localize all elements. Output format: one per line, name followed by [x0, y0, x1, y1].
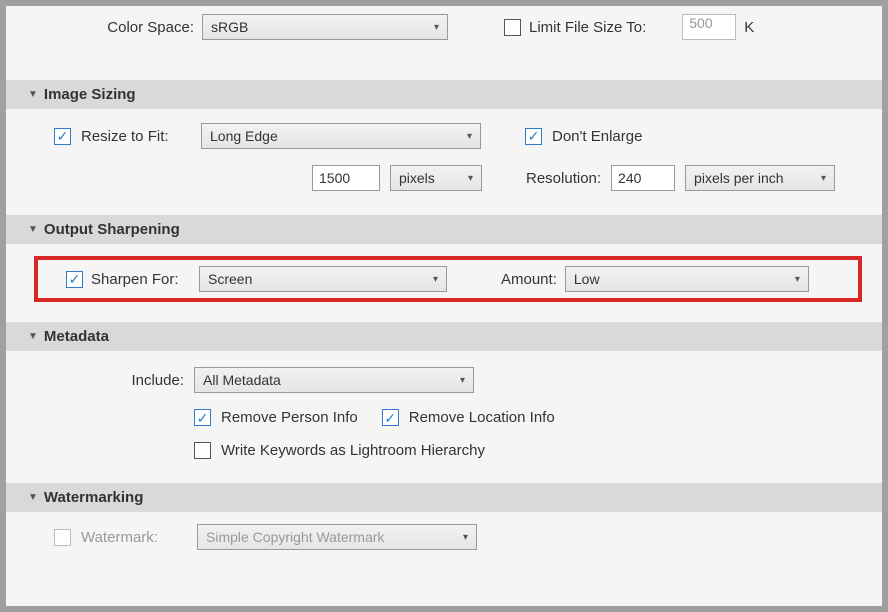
- metadata-title: Metadata: [44, 328, 109, 345]
- resolution-input[interactable]: 240: [611, 165, 675, 191]
- color-space-dropdown[interactable]: sRGB ▾: [202, 14, 448, 40]
- color-space-label: Color Space:: [106, 19, 194, 36]
- remove-location-info-checkbox[interactable]: ✓: [382, 409, 399, 426]
- amount-value: Low: [574, 271, 600, 287]
- limit-unit-label: K: [744, 19, 754, 36]
- amount-label: Amount:: [501, 271, 557, 288]
- output-sharpening-title: Output Sharpening: [44, 221, 180, 238]
- resize-to-fit-checkbox[interactable]: ✓: [54, 128, 71, 145]
- limit-file-size-label: Limit File Size To:: [529, 19, 646, 36]
- highlighted-sharpening-row: ✓ Sharpen For: Screen ▾ Amount: Low ▾: [34, 256, 862, 302]
- image-sizing-body: ✓ Resize to Fit: Long Edge ▾ ✓ Don't Enl…: [6, 109, 882, 215]
- sharpen-for-label: Sharpen For:: [91, 271, 191, 288]
- watermarking-title: Watermarking: [44, 489, 143, 506]
- disclosure-triangle-icon: ▼: [28, 224, 38, 235]
- export-settings-panel: Color Space: sRGB ▾ Limit File Size To: …: [6, 6, 882, 606]
- remove-person-info-label: Remove Person Info: [221, 409, 358, 426]
- write-keywords-checkbox[interactable]: [194, 442, 211, 459]
- resolution-unit-value: pixels per inch: [694, 170, 784, 186]
- watermark-label: Watermark:: [81, 529, 187, 546]
- sharpen-for-checkbox[interactable]: ✓: [66, 271, 83, 288]
- watermark-dropdown[interactable]: Simple Copyright Watermark ▾: [197, 524, 477, 550]
- metadata-header[interactable]: ▼ Metadata: [6, 322, 882, 351]
- chevron-down-icon: ▾: [821, 173, 826, 184]
- check-icon: ✓: [384, 411, 396, 425]
- check-icon: ✓: [57, 129, 69, 143]
- resize-to-fit-label: Resize to Fit:: [81, 128, 191, 145]
- limit-file-size-input[interactable]: 500: [682, 14, 736, 40]
- colorspace-row: Color Space: sRGB ▾ Limit File Size To: …: [6, 6, 882, 80]
- chevron-down-icon: ▾: [795, 274, 800, 285]
- remove-location-info-label: Remove Location Info: [409, 409, 555, 426]
- write-keywords-label: Write Keywords as Lightroom Hierarchy: [221, 442, 485, 459]
- include-value: All Metadata: [203, 372, 281, 388]
- size-unit-value: pixels: [399, 170, 435, 186]
- disclosure-triangle-icon: ▼: [28, 331, 38, 342]
- include-dropdown[interactable]: All Metadata ▾: [194, 367, 474, 393]
- size-unit-dropdown[interactable]: pixels ▾: [390, 165, 482, 191]
- resize-to-fit-value: Long Edge: [210, 128, 278, 144]
- sharpen-for-dropdown[interactable]: Screen ▾: [199, 266, 447, 292]
- chevron-down-icon: ▾: [434, 22, 439, 33]
- remove-person-info-checkbox[interactable]: ✓: [194, 409, 211, 426]
- watermark-checkbox[interactable]: [54, 529, 71, 546]
- limit-file-size-checkbox[interactable]: [504, 19, 521, 36]
- resize-to-fit-dropdown[interactable]: Long Edge ▾: [201, 123, 481, 149]
- chevron-down-icon: ▾: [460, 375, 465, 386]
- amount-dropdown[interactable]: Low ▾: [565, 266, 809, 292]
- image-sizing-title: Image Sizing: [44, 86, 136, 103]
- watermarking-header[interactable]: ▼ Watermarking: [6, 483, 882, 512]
- color-space-value: sRGB: [211, 19, 248, 35]
- resolution-label: Resolution:: [526, 170, 601, 187]
- disclosure-triangle-icon: ▼: [28, 89, 38, 100]
- resolution-unit-dropdown[interactable]: pixels per inch ▾: [685, 165, 835, 191]
- watermarking-body: Watermark: Simple Copyright Watermark ▾: [6, 512, 882, 552]
- output-sharpening-body: ✓ Sharpen For: Screen ▾ Amount: Low ▾: [6, 244, 882, 322]
- metadata-body: Include: All Metadata ▾ ✓ Remove Person …: [6, 351, 882, 483]
- image-sizing-header[interactable]: ▼ Image Sizing: [6, 80, 882, 109]
- dont-enlarge-label: Don't Enlarge: [552, 128, 642, 145]
- sharpen-for-value: Screen: [208, 271, 252, 287]
- chevron-down-icon: ▾: [463, 532, 468, 543]
- dont-enlarge-checkbox[interactable]: ✓: [525, 128, 542, 145]
- check-icon: ✓: [69, 272, 81, 286]
- include-label: Include:: [126, 372, 184, 389]
- size-input[interactable]: 1500: [312, 165, 380, 191]
- check-icon: ✓: [197, 411, 209, 425]
- disclosure-triangle-icon: ▼: [28, 492, 38, 503]
- chevron-down-icon: ▾: [433, 274, 438, 285]
- check-icon: ✓: [528, 129, 540, 143]
- chevron-down-icon: ▾: [468, 173, 473, 184]
- chevron-down-icon: ▾: [467, 131, 472, 142]
- output-sharpening-header[interactable]: ▼ Output Sharpening: [6, 215, 882, 244]
- watermark-value: Simple Copyright Watermark: [206, 529, 384, 545]
